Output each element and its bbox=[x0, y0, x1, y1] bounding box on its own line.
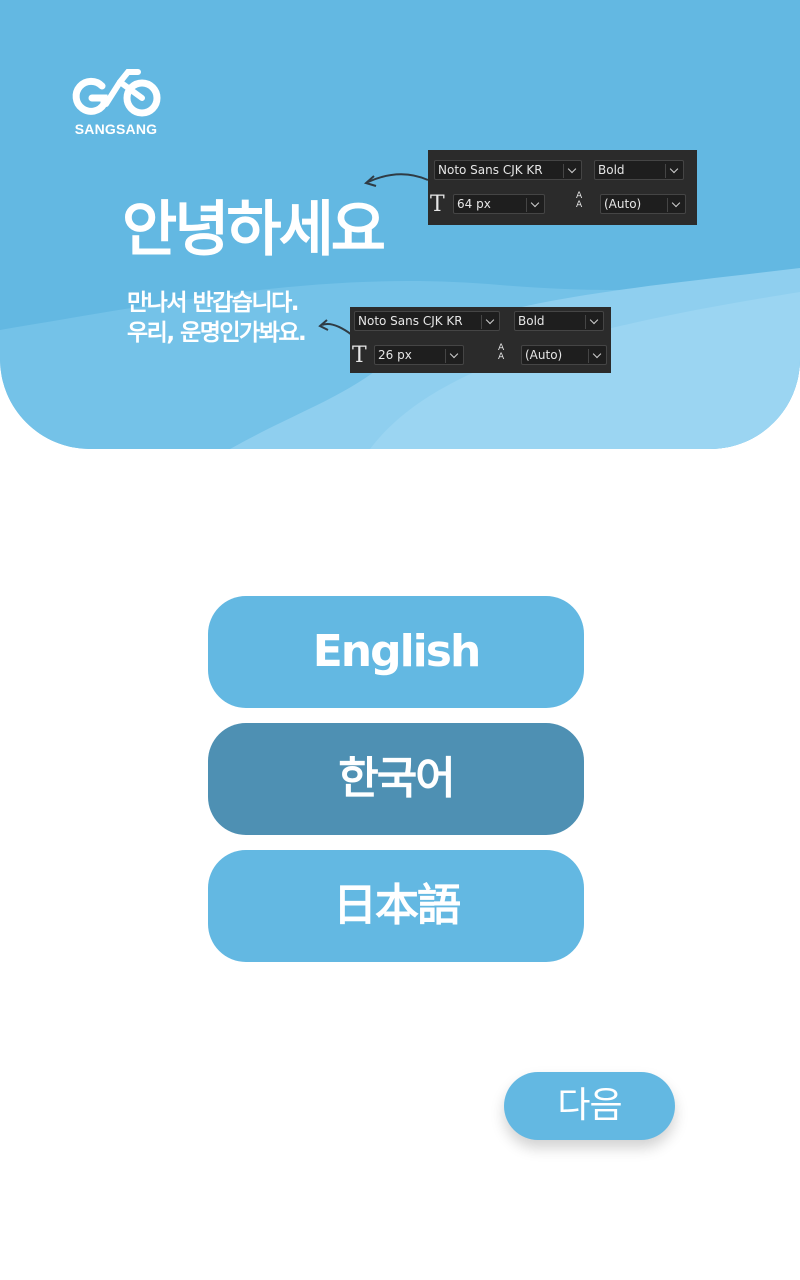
chevron-down-icon bbox=[588, 349, 606, 363]
chevron-down-icon bbox=[481, 315, 499, 329]
font-family-value: Noto Sans CJK KR bbox=[438, 163, 543, 177]
language-button-japanese[interactable]: 日本語 bbox=[208, 850, 584, 962]
chevron-down-icon bbox=[563, 164, 581, 178]
leading-value: (Auto) bbox=[525, 348, 563, 362]
font-panel-title: Noto Sans CJK KR Bold T 64 px AA (Auto) bbox=[428, 150, 697, 225]
chevron-down-icon bbox=[667, 198, 685, 212]
font-panel-subtitle: Noto Sans CJK KR Bold T 26 px AA (Auto) bbox=[350, 307, 611, 373]
font-family-value: Noto Sans CJK KR bbox=[358, 314, 463, 328]
font-size-value: 64 px bbox=[457, 197, 491, 211]
chevron-down-icon bbox=[585, 315, 603, 329]
font-weight-value: Bold bbox=[518, 314, 545, 328]
font-size-value: 26 px bbox=[378, 348, 412, 362]
font-weight-value: Bold bbox=[598, 163, 625, 177]
font-size-icon: T bbox=[430, 192, 445, 217]
chevron-down-icon bbox=[665, 164, 683, 178]
leading-field: (Auto) bbox=[600, 194, 686, 214]
leading-icon: AA bbox=[498, 343, 505, 362]
font-family-field: Noto Sans CJK KR bbox=[434, 160, 582, 180]
font-weight-field: Bold bbox=[594, 160, 684, 180]
font-size-field: 26 px bbox=[374, 345, 464, 365]
font-size-icon: T bbox=[352, 343, 367, 368]
leading-icon: AA bbox=[576, 191, 583, 210]
font-weight-field: Bold bbox=[514, 311, 604, 331]
font-family-field: Noto Sans CJK KR bbox=[354, 311, 500, 331]
chevron-down-icon bbox=[526, 198, 544, 212]
leading-value: (Auto) bbox=[604, 197, 642, 211]
font-size-field: 64 px bbox=[453, 194, 545, 214]
chevron-down-icon bbox=[445, 349, 463, 363]
language-button-korean[interactable]: 한국어 bbox=[208, 723, 584, 835]
next-button[interactable]: 다음 bbox=[504, 1072, 675, 1140]
leading-field: (Auto) bbox=[521, 345, 607, 365]
language-button-english[interactable]: English bbox=[208, 596, 584, 708]
